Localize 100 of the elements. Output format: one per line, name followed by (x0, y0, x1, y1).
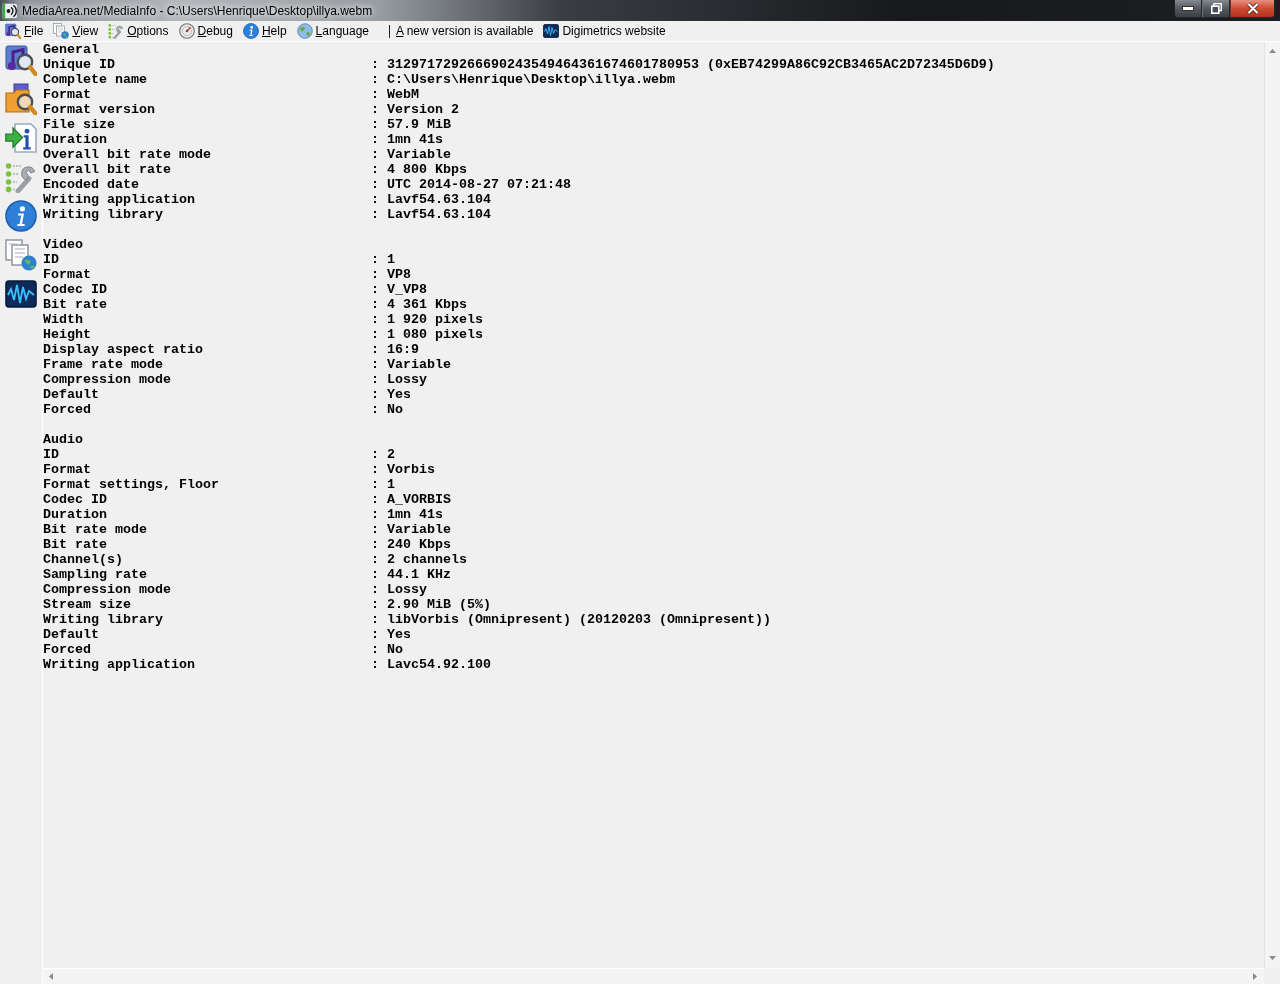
field-value: 4 800 Kbps (387, 162, 467, 177)
field-label: Format settings, Floor (43, 477, 219, 492)
field-value: 16:9 (387, 342, 419, 357)
field-separator: : (371, 87, 379, 102)
field-label: Writing library (43, 612, 163, 627)
field-value: 1 (387, 252, 395, 267)
field-label: Bit rate (43, 297, 107, 312)
field-separator: : (371, 192, 379, 207)
field-label: Format (43, 462, 91, 477)
field-value: No (387, 642, 403, 657)
field-value: Lossy (387, 582, 427, 597)
section-heading: Audio (43, 432, 83, 447)
field-label: Unique ID (43, 57, 115, 72)
field-value: Variable (387, 522, 451, 537)
field-value: 240 Kbps (387, 537, 451, 552)
menu-item[interactable]: Language (292, 21, 373, 41)
field-value: 2 channels (387, 552, 467, 567)
toolbar-link[interactable]: Digimetrics website (539, 21, 670, 41)
field-value: A_VORBIS (387, 492, 451, 507)
field-value: Lavc54.92.100 (387, 657, 491, 672)
field-separator: : (371, 387, 379, 402)
field-label: Height (43, 327, 91, 342)
scroll-right-icon[interactable] (1253, 973, 1257, 980)
scroll-up-icon[interactable] (1269, 49, 1276, 53)
vertical-scrollbar[interactable] (1264, 42, 1280, 968)
field-separator: : (371, 492, 379, 507)
toolbar-link[interactable]: A new version is available (392, 21, 538, 41)
info-icon (242, 23, 259, 39)
field-separator: : (371, 657, 379, 672)
field-separator: : (371, 207, 379, 222)
field-label: Forced (43, 642, 91, 657)
scroll-left-icon[interactable] (49, 973, 53, 980)
field-label: Frame rate mode (43, 357, 163, 372)
field-separator: : (371, 522, 379, 537)
field-label: File size (43, 117, 115, 132)
field-separator: : (371, 132, 379, 147)
section-heading: Video (43, 237, 83, 252)
field-label: Stream size (43, 597, 131, 612)
scroll-down-icon[interactable] (1269, 956, 1276, 960)
field-separator: : (371, 507, 379, 522)
documents-globe-icon[interactable] (5, 239, 37, 271)
field-value: 1mn 41s (387, 507, 443, 522)
minimize-icon (1182, 6, 1194, 11)
info-icon[interactable] (5, 200, 37, 232)
field-value: libVorbis (Omnipresent) (20120203 (Omnipresent)) (387, 612, 771, 627)
field-separator: : (371, 252, 379, 267)
field-separator: : (371, 612, 379, 627)
waveform-monitor-icon (543, 23, 560, 39)
field-separator: : (371, 102, 379, 117)
field-separator: : (371, 627, 379, 642)
field-label: Forced (43, 402, 91, 417)
field-value: 2 (387, 447, 395, 462)
folder-magnifier-icon[interactable] (5, 83, 37, 115)
field-value: 1mn 41s (387, 132, 443, 147)
field-separator: : (371, 342, 379, 357)
field-separator: : (371, 357, 379, 372)
horizontal-scrollbar[interactable] (43, 968, 1264, 984)
field-label: Sampling rate (43, 567, 147, 582)
field-value: Yes (387, 627, 411, 642)
field-separator: : (371, 312, 379, 327)
field-separator: : (371, 372, 379, 387)
field-label: Display aspect ratio (43, 342, 203, 357)
field-label: Codec ID (43, 492, 107, 507)
field-label: Overall bit rate (43, 162, 171, 177)
menu-item[interactable]: Debug (174, 21, 237, 41)
field-separator: : (371, 117, 379, 132)
field-label: Duration (43, 507, 107, 522)
dial-icon (178, 23, 195, 39)
app-icon (2, 2, 18, 19)
field-value: Yes (387, 387, 411, 402)
field-value: 1 (387, 477, 395, 492)
field-separator: : (371, 57, 379, 72)
minimize-button[interactable] (1174, 0, 1202, 18)
field-value: Version 2 (387, 102, 459, 117)
field-label: Encoded date (43, 177, 139, 192)
field-separator: : (371, 177, 379, 192)
restore-icon (1210, 3, 1222, 14)
menu-item[interactable]: Options (104, 21, 173, 41)
menu-item[interactable]: View (49, 21, 103, 41)
field-value: No (387, 402, 403, 417)
wrench-list-icon[interactable] (5, 161, 37, 193)
wrench-list-icon (108, 23, 125, 39)
field-label: Compression mode (43, 582, 171, 597)
waveform-monitor-icon[interactable] (5, 278, 37, 310)
field-value: 44.1 KHz (387, 567, 451, 582)
globe-icon (296, 23, 313, 39)
close-button[interactable] (1230, 0, 1275, 18)
field-separator: : (371, 477, 379, 492)
menu-item[interactable]: Help (238, 21, 291, 41)
field-separator: : (371, 327, 379, 342)
field-label: Overall bit rate mode (43, 147, 211, 162)
arrow-document-icon[interactable] (5, 122, 37, 154)
field-label: Codec ID (43, 282, 107, 297)
field-value: Lavf54.63.104 (387, 192, 491, 207)
field-label: Complete name (43, 72, 147, 87)
field-separator: : (371, 402, 379, 417)
music-magnifier-icon[interactable] (5, 44, 37, 76)
restore-button[interactable] (1202, 0, 1230, 18)
menu-item[interactable]: File (1, 21, 48, 41)
field-label: Format version (43, 102, 155, 117)
